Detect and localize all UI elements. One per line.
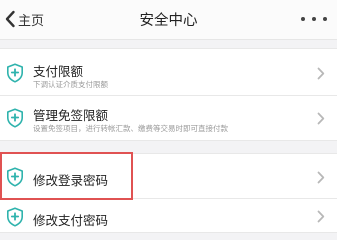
menu-item-subtitle: 设置免签项目，进行转帐汇款、缴费等交易时即可直接付款 [33,124,228,133]
top-navigation-bar: 主页 安全中心 [0,0,337,40]
menu-item-title: 支付限额 [33,64,84,79]
more-dot [323,17,327,21]
chevron-right-icon [317,210,325,223]
more-dot [312,17,316,21]
menu-item-manage-exempt-limit[interactable]: 管理免签限额 设置免签项目，进行转帐汇款、缴费等交易时即可直接付款 [0,96,337,141]
shield-plus-icon [7,108,23,128]
chevron-right-icon [317,67,325,80]
chevron-right-icon [317,171,325,184]
menu-item-title: 管理免签限额 [33,108,109,123]
shield-plus-icon [7,167,23,187]
menu-item-subtitle: 下调认证介质支付限额 [33,80,108,89]
menu-item-title: 修改支付密码 [33,213,109,228]
page-title: 安全中心 [139,13,198,29]
menu-item-title: 修改登录密码 [33,173,109,188]
chevron-right-icon [317,112,325,125]
menu-item-change-login-password[interactable]: 修改登录密码 [0,153,337,199]
more-dot [301,17,305,21]
menu-item-payment-limit[interactable]: 支付限额 下调认证介质支付限额 [0,48,337,96]
menu-item-change-payment-password[interactable]: 修改支付密码 [0,199,337,233]
shield-plus-icon [7,207,23,227]
shield-plus-icon [7,63,23,83]
more-button[interactable] [301,10,327,28]
